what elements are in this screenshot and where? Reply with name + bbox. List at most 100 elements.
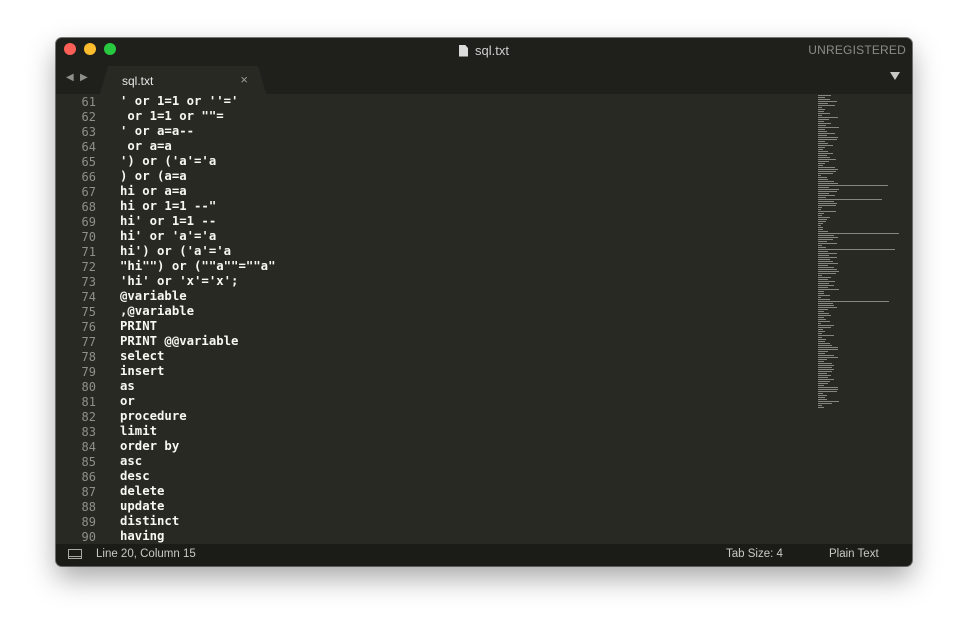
minimap-line xyxy=(818,303,833,304)
cursor-position[interactable]: Line 20, Column 15 xyxy=(96,548,196,560)
minimap-line xyxy=(818,329,823,330)
minimap-line xyxy=(818,187,829,188)
minimap-line xyxy=(818,107,823,108)
code-line[interactable]: order by xyxy=(120,439,179,453)
code-line[interactable]: hi' or 1=1 -- xyxy=(120,214,216,228)
minimap-line xyxy=(818,119,829,120)
minimap-line xyxy=(818,139,837,140)
code-line[interactable]: update xyxy=(120,499,164,513)
code-line[interactable]: ' or a=a-- xyxy=(120,124,194,138)
minimap-line xyxy=(818,379,835,380)
tab-nav-left-icon[interactable]: ◀ xyxy=(66,72,74,83)
minimap-line xyxy=(818,257,838,258)
tab-size-selector[interactable]: Tab Size: 4 xyxy=(726,548,783,560)
code-line[interactable]: hi') or ('a'='a xyxy=(120,244,231,258)
code-line[interactable]: delete xyxy=(120,484,164,498)
minimap[interactable] xyxy=(818,94,912,544)
code-line[interactable]: insert xyxy=(120,364,164,378)
code-area[interactable]: or 1=1 --' or 1=1 or ''=' or 1=1 or ""='… xyxy=(120,94,800,544)
minimap-line xyxy=(818,239,833,240)
document-icon xyxy=(459,44,469,57)
minimap-line xyxy=(818,201,834,202)
text-editor[interactable]: 6061626364656667686970717273747576777879… xyxy=(56,94,912,544)
code-line[interactable]: desc xyxy=(120,469,150,483)
minimap-line xyxy=(818,205,836,206)
minimap-line xyxy=(818,185,889,186)
minimap-line xyxy=(818,377,829,378)
tab-sql-txt[interactable]: sql.txt × xyxy=(100,66,266,94)
minimap-line xyxy=(818,167,835,168)
panel-toggle-icon[interactable] xyxy=(68,549,82,559)
minimap-line xyxy=(818,203,837,204)
minimap-line xyxy=(818,237,838,238)
minimap-line xyxy=(818,333,822,334)
line-number: 66 xyxy=(81,170,96,184)
minimap-line xyxy=(818,403,833,404)
code-line[interactable]: as xyxy=(120,379,135,393)
tab-list-dropdown-icon[interactable] xyxy=(890,72,900,80)
code-line[interactable]: hi' or 'a'='a xyxy=(120,229,216,243)
code-line[interactable]: ) or (a=a xyxy=(120,169,187,183)
line-number: 63 xyxy=(81,125,96,139)
minimap-line xyxy=(818,349,839,350)
minimap-line xyxy=(818,311,825,312)
minimap-line xyxy=(818,99,831,100)
code-line[interactable]: select xyxy=(120,349,164,363)
minimap-line xyxy=(818,363,833,364)
minimap-line xyxy=(818,175,822,176)
syntax-selector[interactable]: Plain Text xyxy=(829,548,879,560)
code-line[interactable]: or a=a xyxy=(120,139,171,153)
code-line[interactable]: 'hi' or 'x'='x'; xyxy=(120,274,238,288)
minimap-line xyxy=(818,315,832,316)
minimap-line xyxy=(818,277,831,278)
code-line[interactable]: hi or 1=1 --" xyxy=(120,199,216,213)
minimap-line xyxy=(818,357,839,358)
code-line[interactable]: asc xyxy=(120,454,142,468)
minimap-line xyxy=(818,387,838,388)
minimap-line xyxy=(818,261,834,262)
code-line[interactable]: or xyxy=(120,394,135,408)
line-number: 90 xyxy=(81,530,96,544)
code-line[interactable]: distinct xyxy=(120,514,179,528)
minimap-line xyxy=(818,97,826,98)
minimap-line xyxy=(818,149,823,150)
minimap-line xyxy=(818,275,823,276)
code-line[interactable]: PRINT xyxy=(120,319,157,333)
tab-bar: ◀ ▶ sql.txt × xyxy=(56,63,912,94)
minimap-line xyxy=(818,325,835,326)
minimap-line xyxy=(818,407,824,408)
minimap-line xyxy=(818,273,836,274)
minimap-line xyxy=(818,171,837,172)
minimap-line xyxy=(818,341,826,342)
code-line[interactable]: @variable xyxy=(120,289,187,303)
tab-nav-right-icon[interactable]: ▶ xyxy=(80,72,88,83)
line-number: 64 xyxy=(81,140,96,154)
tab-close-icon[interactable]: × xyxy=(240,72,248,87)
minimap-line xyxy=(818,207,822,208)
minimap-line xyxy=(818,249,895,250)
code-line[interactable]: ') or ('a'='a xyxy=(120,154,216,168)
code-line[interactable]: "hi"") or (""a""=""a" xyxy=(120,259,275,273)
code-line[interactable]: PRINT @@variable xyxy=(120,334,238,348)
minimap-line xyxy=(818,121,825,122)
minimap-line xyxy=(818,335,835,336)
code-line[interactable]: procedure xyxy=(120,409,187,423)
minimap-line xyxy=(818,347,839,348)
minimap-line xyxy=(818,129,826,130)
code-line[interactable]: hi or a=a xyxy=(120,184,187,198)
minimap-line xyxy=(818,393,823,394)
minimap-line xyxy=(818,259,830,260)
code-line[interactable]: or 1=1 or ""= xyxy=(120,109,223,123)
line-number: 79 xyxy=(81,365,96,379)
minimap-line xyxy=(818,351,829,352)
minimap-line xyxy=(818,371,832,372)
minimap-line xyxy=(818,247,827,248)
minimap-line xyxy=(818,281,836,282)
code-line[interactable]: ' or 1=1 or ''=' xyxy=(120,94,238,108)
minimap-line xyxy=(818,361,824,362)
code-line[interactable]: limit xyxy=(120,424,157,438)
minimap-line xyxy=(818,255,829,256)
minimap-line xyxy=(818,305,835,306)
code-line[interactable]: ,@variable xyxy=(120,304,194,318)
code-line[interactable]: having xyxy=(120,529,164,543)
